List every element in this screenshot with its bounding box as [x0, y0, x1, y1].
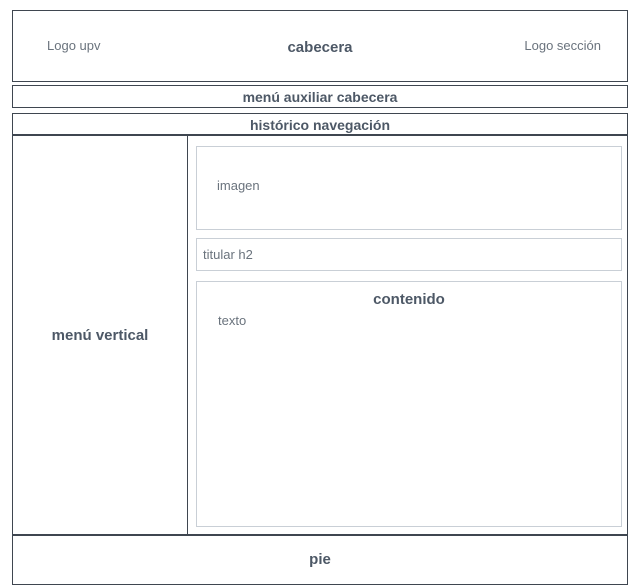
image-label: imagen	[217, 178, 260, 193]
footer-label: pie	[309, 551, 331, 568]
header-block: Logo upv cabecera Logo sección	[12, 10, 628, 82]
breadcrumb-block: histórico navegación	[12, 113, 628, 136]
image-placeholder: imagen	[196, 146, 622, 230]
body-block: menú vertical imagen titular h2 contenid…	[12, 134, 628, 536]
sidebar-block: menú vertical	[13, 135, 188, 535]
content-placeholder: contenido texto	[196, 281, 622, 527]
footer-block: pie	[12, 534, 628, 585]
heading-placeholder: titular h2	[196, 238, 622, 271]
breadcrumb-label: histórico navegación	[249, 116, 391, 133]
content-title: contenido	[373, 291, 445, 308]
sidebar-label: menú vertical	[51, 326, 149, 344]
aux-menu-label: menú auxiliar cabecera	[242, 88, 398, 105]
content-text: texto	[218, 313, 247, 328]
aux-menu-block: menú auxiliar cabecera	[12, 85, 628, 108]
heading-label: titular h2	[203, 247, 253, 262]
logo-section-label: Logo sección	[524, 38, 601, 53]
